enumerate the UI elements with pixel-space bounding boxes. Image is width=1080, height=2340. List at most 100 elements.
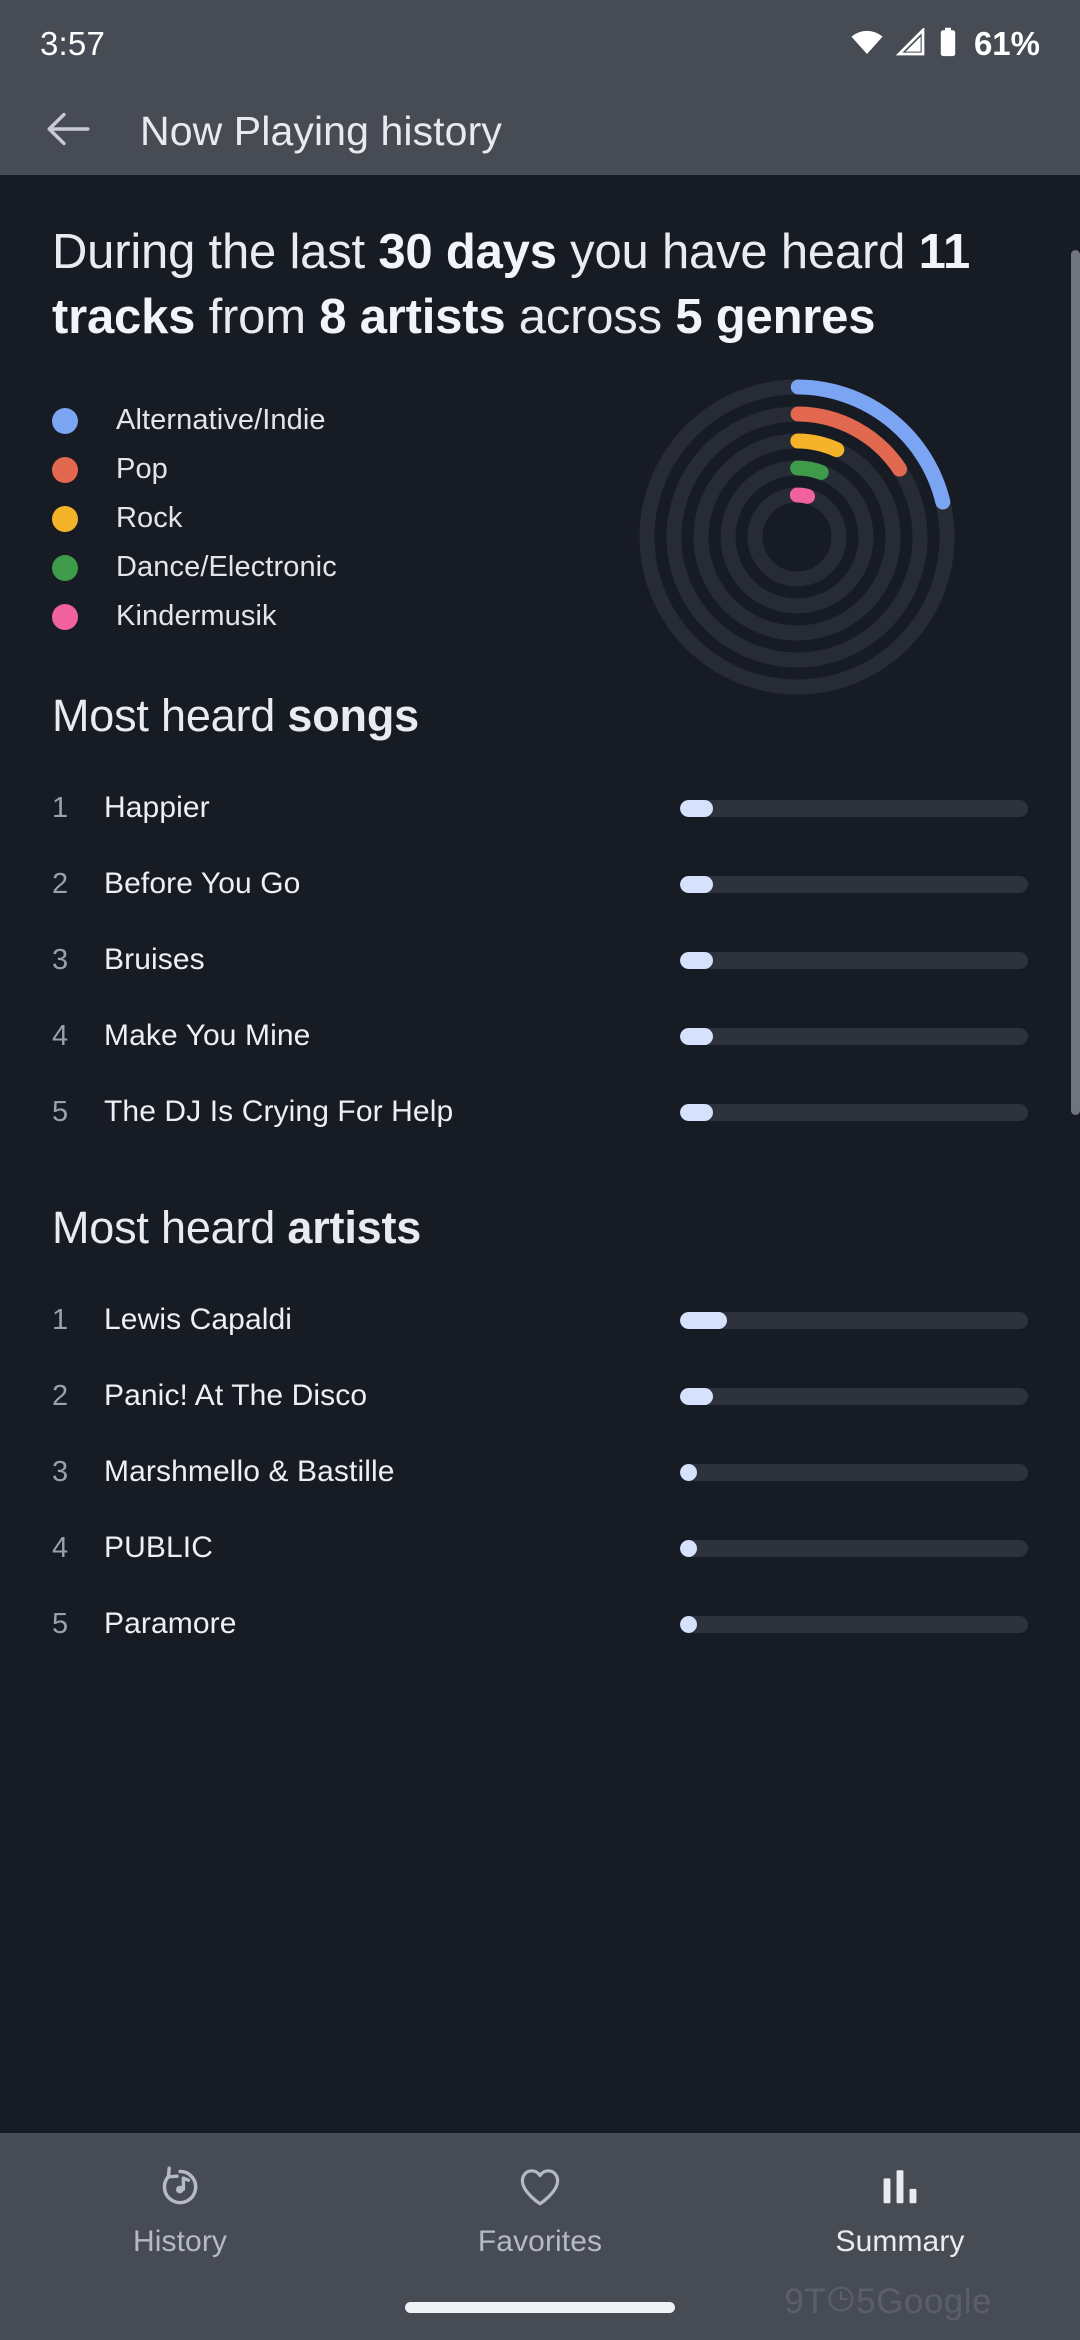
rank-row[interactable]: 3 Marshmello & Bastille xyxy=(52,1434,1028,1510)
nav-item-summary[interactable]: Summary xyxy=(720,2133,1080,2278)
history-music-icon xyxy=(156,2159,204,2215)
headline-days: 30 days xyxy=(378,225,557,279)
rank-number: 3 xyxy=(52,1455,69,1488)
legend-item-label: Rock xyxy=(116,502,183,535)
nav-item-favorites[interactable]: Favorites xyxy=(360,2133,720,2278)
rank-row[interactable]: 4 Make You Mine xyxy=(52,998,1028,1074)
rank-number: 5 xyxy=(52,1607,69,1640)
scroll-content[interactable]: During the last 30 days you have heard 1… xyxy=(0,175,1080,2133)
watermark: 9T 5Google xyxy=(784,2282,992,2322)
rank-label: Make You Mine xyxy=(104,1019,311,1053)
headline-text-4: across xyxy=(505,290,676,345)
rank-row[interactable]: 3 Bruises xyxy=(52,922,1028,998)
rank-bar-track xyxy=(680,951,1028,969)
phone-screen: 3:57 61% Now Playing history During the … xyxy=(0,0,1080,2340)
rank-label: Before You Go xyxy=(104,867,301,901)
artists-section-title: Most heard artists xyxy=(0,1202,1080,1254)
rank-bar-track xyxy=(680,1387,1028,1405)
rank-bar-track xyxy=(680,1103,1028,1121)
rank-bar-fill xyxy=(680,1539,697,1557)
nav-item-label: Summary xyxy=(835,2225,965,2258)
rank-row[interactable]: 2 Before You Go xyxy=(52,846,1028,922)
rank-bar-track xyxy=(680,1027,1028,1045)
songs-title-plain: Most heard xyxy=(52,690,288,742)
rank-bar-track xyxy=(680,1539,1028,1557)
rank-bar-fill xyxy=(680,1387,714,1405)
rank-bar-fill xyxy=(680,951,714,969)
rank-number: 1 xyxy=(52,791,69,824)
legend-item-rock: Rock xyxy=(52,494,337,543)
bar-chart-icon xyxy=(880,2159,920,2215)
status-bar: 3:57 61% xyxy=(0,0,1080,88)
rank-label: PUBLIC xyxy=(104,1531,213,1565)
legend-item-label: Alternative/Indie xyxy=(116,404,326,437)
rank-row[interactable]: 5 The DJ Is Crying For Help xyxy=(52,1074,1028,1150)
legend-item-label: Pop xyxy=(116,453,168,486)
rank-number: 2 xyxy=(52,867,69,900)
rank-row[interactable]: 4 PUBLIC xyxy=(52,1510,1028,1586)
nav-item-label: History xyxy=(132,2225,228,2258)
rank-bar-fill xyxy=(680,799,714,817)
battery-icon xyxy=(938,27,958,62)
wifi-icon xyxy=(850,29,884,60)
legend-color-dot xyxy=(52,407,78,434)
ring-arc-rock xyxy=(790,433,845,458)
rank-number: 3 xyxy=(52,943,69,976)
rank-row[interactable]: 1 Happier xyxy=(52,770,1028,846)
watermark-prefix: 9T xyxy=(784,2282,827,2321)
back-button[interactable] xyxy=(36,100,100,164)
watermark-suffix: 5Google xyxy=(856,2282,992,2321)
rank-bar-track xyxy=(680,1311,1028,1329)
genres-section: Alternative/Indie Pop Rock Dance/Electronic… xyxy=(0,379,1080,695)
rank-row[interactable]: 2 Panic! At The Disco xyxy=(52,1358,1028,1434)
watermark-clock-glyph xyxy=(826,2282,856,2322)
rank-bar-fill xyxy=(680,1463,697,1481)
legend-color-dot xyxy=(52,603,78,630)
nav-item-history[interactable]: History xyxy=(0,2133,360,2278)
rank-bar-fill xyxy=(680,875,714,893)
rank-label: Lewis Capaldi xyxy=(104,1303,293,1337)
genre-legend: Alternative/Indie Pop Rock Dance/Electronic… xyxy=(52,396,337,641)
legend-item-alternative-indie: Alternative/Indie xyxy=(52,396,337,445)
songs-title-bold: songs xyxy=(287,690,419,742)
rank-bar-track xyxy=(680,1463,1028,1481)
rank-label: Marshmello & Bastille xyxy=(104,1455,395,1489)
artists-title-plain: Most heard xyxy=(52,1202,288,1254)
rank-row[interactable]: 1 Lewis Capaldi xyxy=(52,1282,1028,1358)
rank-bar-fill xyxy=(680,1103,714,1121)
rank-bar-fill xyxy=(680,1027,714,1045)
rank-label: Happier xyxy=(104,791,210,825)
rank-number: 5 xyxy=(52,1095,69,1128)
cell-signal-icon xyxy=(895,26,926,61)
artists-list: 1 Lewis Capaldi 2 Panic! At The Disco 3 Marsh… xyxy=(0,1282,1080,1662)
headline-text-2: you have heard xyxy=(556,225,919,279)
back-arrow-icon xyxy=(45,109,91,154)
legend-color-dot xyxy=(52,456,78,483)
home-indicator[interactable] xyxy=(405,2302,675,2313)
rank-label: Bruises xyxy=(104,943,205,977)
rank-row[interactable]: 5 Paramore xyxy=(52,1586,1028,1662)
legend-item-label: Kindermusik xyxy=(116,600,277,633)
rank-number: 4 xyxy=(52,1531,69,1564)
legend-item-label: Dance/Electronic xyxy=(116,551,337,584)
rank-label: Panic! At The Disco xyxy=(104,1379,368,1413)
scrollbar-thumb[interactable] xyxy=(1071,250,1080,1115)
app-bar: Now Playing history xyxy=(0,88,1080,175)
nav-item-label: Favorites xyxy=(477,2225,603,2258)
rank-label: The DJ Is Crying For Help xyxy=(104,1095,454,1129)
legend-item-dance-electronic: Dance/Electronic xyxy=(52,543,337,592)
status-clock: 3:57 xyxy=(40,25,106,62)
genre-ring-chart xyxy=(632,372,962,702)
songs-list: 1 Happier 2 Before You Go 3 Bruises 4 Make You … xyxy=(0,770,1080,1150)
legend-item-kindermusik: Kindermusik xyxy=(52,592,337,641)
rank-bar-track xyxy=(680,1615,1028,1633)
headline-text-3: from xyxy=(195,290,320,345)
legend-color-dot xyxy=(52,505,78,532)
legend-color-dot xyxy=(52,554,78,581)
artists-title-bold: artists xyxy=(287,1202,422,1254)
rank-number: 4 xyxy=(52,1019,69,1052)
page-title: Now Playing history xyxy=(140,108,502,154)
rank-bar-fill xyxy=(680,1615,697,1633)
rank-bar-fill xyxy=(680,1311,727,1329)
bottom-navigation: History Favorites Summary 9T 5Google xyxy=(0,2133,1080,2340)
